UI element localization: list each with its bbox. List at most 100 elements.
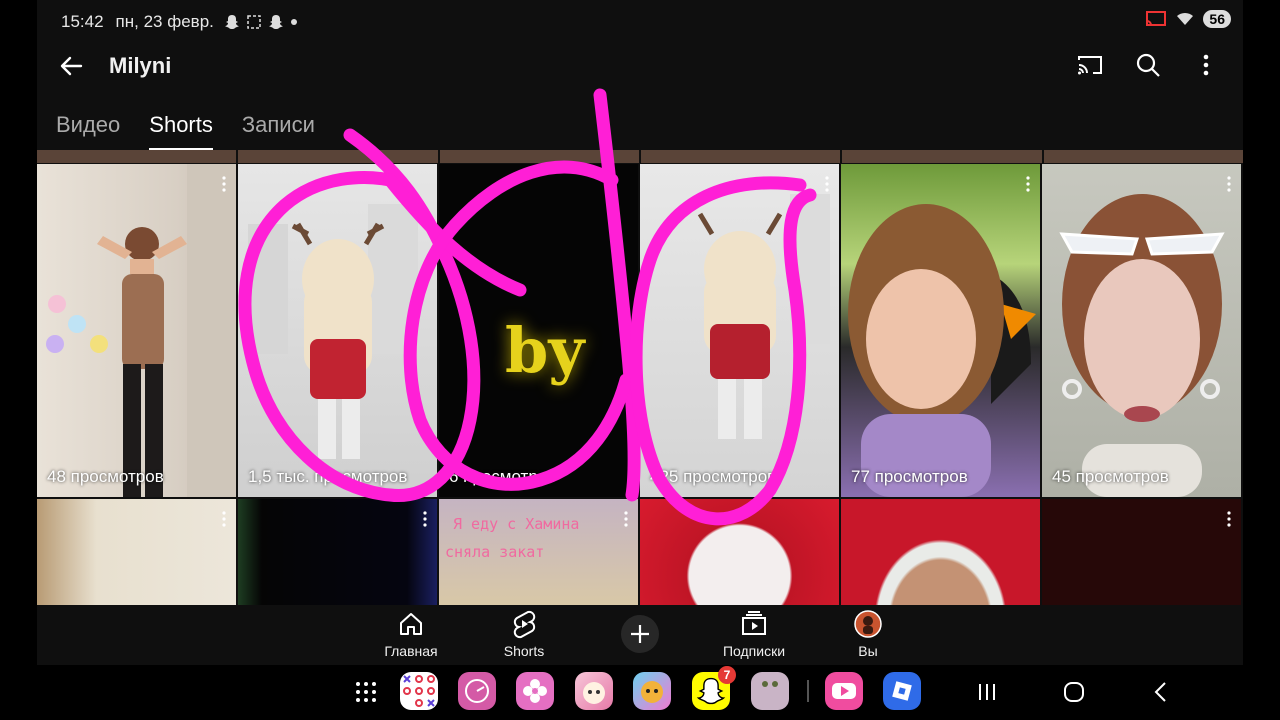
back-button-icon[interactable]: [1151, 681, 1171, 703]
tile-more-icon[interactable]: [222, 511, 226, 527]
roblox-app-icon[interactable]: [883, 672, 921, 710]
game-app-icon-2[interactable]: [633, 672, 671, 710]
snapchat-badge: 7: [718, 666, 736, 684]
youtube-app-icon[interactable]: [825, 672, 863, 710]
cast-button[interactable]: [1075, 50, 1105, 80]
short-tile[interactable]: 48 просмотров: [37, 164, 236, 497]
cast-icon: [1078, 56, 1102, 75]
short-tile[interactable]: 45 просмотров: [1042, 164, 1241, 497]
tab-shorts[interactable]: Shorts: [149, 100, 213, 150]
more-vert-icon: [1203, 54, 1209, 76]
status-date: пн, 23 февр.: [115, 12, 214, 31]
channel-header: Milyni: [37, 44, 1243, 88]
cast-status-icon: [1146, 11, 1167, 26]
nav-subscriptions[interactable]: Подписки: [709, 609, 799, 659]
short-tile[interactable]: 425 просмотров: [640, 164, 839, 497]
snapchat-app-icon[interactable]: 7: [692, 666, 736, 710]
screenshot-notification-icon: [247, 15, 261, 29]
view-count: 1,5 тыс. просмотров: [248, 467, 408, 486]
tab-posts[interactable]: Записи: [242, 100, 315, 150]
nav-you-label: Вы: [858, 643, 878, 659]
status-time: 15:42: [61, 12, 104, 31]
channel-tabs: Видео Shorts Записи: [37, 100, 1243, 150]
short-tile[interactable]: [238, 499, 437, 605]
shorts-row: Я еду с Хамина сняла закат: [37, 499, 1243, 605]
short-tile[interactable]: 1,5 тыс. просмотров: [238, 164, 437, 497]
tile-more-icon[interactable]: [423, 511, 427, 527]
short-tile[interactable]: 77 просмотров: [841, 164, 1040, 497]
short-caption-line-1: Я еду с Хамина: [453, 515, 580, 533]
clock-app-icon[interactable]: [458, 672, 496, 710]
tic-tac-toe-app-icon[interactable]: [400, 672, 438, 710]
snapchat-notification-icon: [224, 15, 239, 29]
bottom-navigation: Главная Shorts Подписки Вы: [37, 605, 1243, 665]
avatar: [854, 610, 882, 638]
search-button[interactable]: [1133, 50, 1163, 80]
overlay-text: by: [505, 314, 585, 387]
system-dock: 7: [37, 665, 1243, 720]
tile-more-icon[interactable]: [624, 511, 628, 527]
subscriptions-icon: [742, 611, 766, 635]
short-thumbnail: [248, 204, 418, 459]
flower-app-icon[interactable]: [516, 672, 554, 710]
app-screen: 15:42 пн, 23 февр. 56 Milyni Видео Short…: [37, 0, 1243, 720]
app-drawer-icon[interactable]: [355, 681, 377, 703]
recent-apps-icon[interactable]: [977, 682, 997, 702]
view-count: 77 просмотров: [851, 467, 968, 486]
notification-icons: [224, 14, 298, 30]
tile-more-icon[interactable]: [1227, 176, 1231, 192]
shorts-row: 48 просмотров 1,5 тыс. просмотров by 6 п…: [37, 164, 1243, 497]
previous-row-thumb: [439, 150, 639, 163]
previous-row-thumb: [37, 150, 237, 163]
back-arrow-icon[interactable]: [57, 52, 85, 80]
shorts-grid: 48 просмотров 1,5 тыс. просмотров by 6 п…: [37, 150, 1243, 605]
previous-row-strip: [37, 150, 1243, 163]
status-bar: 15:42 пн, 23 февр. 56: [37, 0, 1243, 44]
short-thumbnail: [697, 194, 830, 439]
view-count: 48 просмотров: [47, 467, 164, 486]
short-caption-line-2: сняла закат: [445, 543, 545, 561]
short-tile[interactable]: by 6 просмотров: [439, 164, 638, 497]
frog-app-icon[interactable]: [751, 672, 789, 710]
short-thumbnail: [1059, 194, 1225, 497]
short-tile[interactable]: [841, 499, 1040, 605]
previous-row-thumb: [842, 150, 1042, 163]
view-count: 425 просмотров: [650, 467, 777, 486]
shorts-icon: [513, 610, 536, 639]
nav-shorts-label: Shorts: [503, 643, 545, 659]
game-app-icon[interactable]: [575, 672, 613, 710]
short-tile[interactable]: [640, 499, 839, 605]
previous-row-thumb: [1043, 150, 1243, 163]
view-count: 45 просмотров: [1052, 467, 1169, 486]
channel-title: Milyni: [109, 53, 172, 78]
plus-icon: [631, 625, 649, 643]
previous-row-thumb: [640, 150, 841, 163]
search-icon: [1136, 53, 1160, 77]
wifi-icon: [1177, 12, 1194, 25]
tile-more-icon[interactable]: [222, 176, 226, 192]
short-tile[interactable]: [1042, 499, 1241, 605]
short-tile[interactable]: Я еду с Хамина сняла закат: [439, 499, 638, 605]
more-notifications-dot-icon: [290, 19, 297, 25]
snapchat-notification-icon-2: [268, 15, 283, 29]
short-thumbnail: [46, 164, 236, 497]
short-thumbnail: [848, 204, 1036, 497]
nav-subscriptions-label: Подписки: [722, 643, 786, 659]
tile-more-icon[interactable]: [825, 176, 829, 192]
battery-level: 56: [1203, 10, 1231, 28]
nav-you[interactable]: Вы: [823, 609, 913, 659]
dock-divider: [807, 680, 809, 702]
tile-more-icon[interactable]: [1227, 511, 1231, 527]
create-button[interactable]: [621, 615, 659, 653]
tab-videos[interactable]: Видео: [56, 100, 120, 150]
home-button-icon[interactable]: [1063, 681, 1085, 703]
short-tile[interactable]: [37, 499, 236, 605]
nav-home[interactable]: Главная: [366, 609, 456, 659]
tile-more-icon[interactable]: [1026, 176, 1030, 192]
view-count: 6 просмотров: [449, 467, 557, 486]
nav-home-label: Главная: [384, 643, 438, 659]
status-right: 56: [1145, 10, 1231, 28]
home-icon: [400, 613, 422, 635]
more-options-button[interactable]: [1191, 50, 1221, 80]
nav-shorts[interactable]: Shorts: [479, 609, 569, 659]
